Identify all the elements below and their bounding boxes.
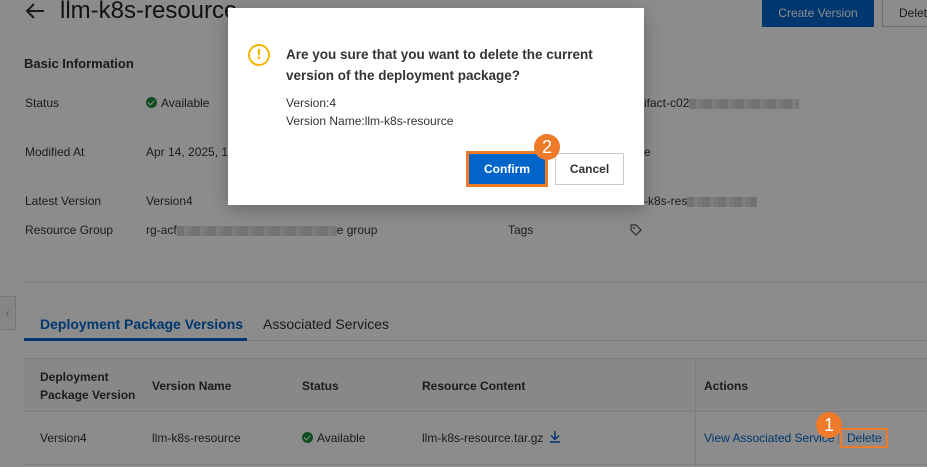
warning-icon: ! bbox=[248, 44, 270, 66]
step-2-callout: 2 bbox=[534, 134, 560, 160]
step-1-callout: 1 bbox=[816, 412, 842, 438]
dialog-title: Are you sure that you want to delete the… bbox=[286, 47, 593, 83]
delete-highlight-box bbox=[840, 428, 888, 448]
dialog-version-line: Version:4 bbox=[286, 96, 337, 110]
cancel-button[interactable]: Cancel bbox=[555, 153, 624, 185]
dialog-version-name-line: Version Name:llm-k8s-resource bbox=[286, 114, 454, 128]
delete-confirm-dialog: ! Are you sure that you want to delete t… bbox=[228, 8, 644, 205]
confirm-button[interactable]: Confirm bbox=[466, 151, 548, 187]
